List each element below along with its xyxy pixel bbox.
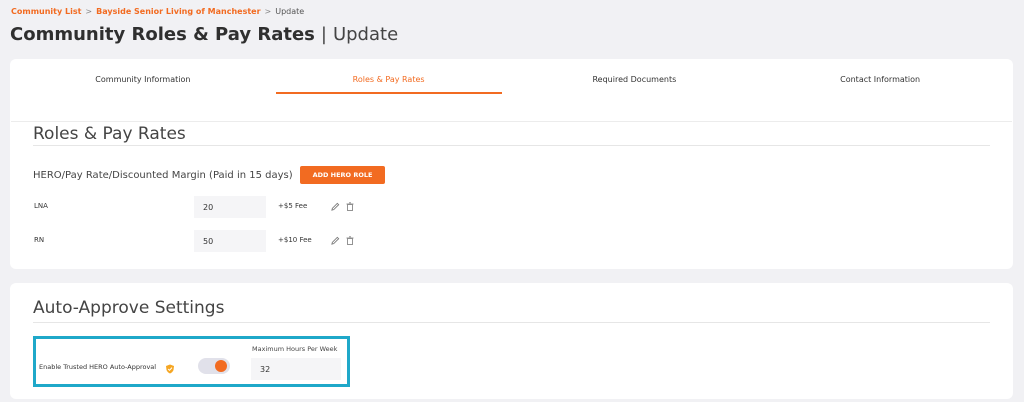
roles-divider [33, 145, 990, 146]
breadcrumb: Community List > Bayside Senior Living o… [11, 7, 304, 16]
auto-approval-toggle[interactable] [198, 358, 230, 374]
page-title-main: Community Roles & Pay Rates [10, 24, 315, 45]
toggle-knob [215, 360, 227, 372]
pencil-icon[interactable] [329, 234, 341, 246]
role-rate-input[interactable] [194, 230, 266, 252]
add-hero-role-button[interactable]: ADD HERO ROLE [300, 166, 385, 184]
tab-required-documents[interactable]: Required Documents [512, 59, 758, 95]
hero-pay-rate-label: HERO/Pay Rate/Discounted Margin (Paid in… [33, 170, 293, 181]
page-title-separator: | [320, 24, 327, 45]
breadcrumb-separator: > [264, 7, 272, 16]
breadcrumb-community-name[interactable]: Bayside Senior Living of Manchester [96, 7, 260, 16]
tab-roles-pay-rates[interactable]: Roles & Pay Rates [266, 59, 512, 95]
max-hours-label: Maximum Hours Per Week [252, 345, 338, 353]
trash-icon[interactable] [344, 200, 356, 212]
role-fee: +$10 Fee [278, 236, 312, 244]
breadcrumb-separator: > [85, 7, 93, 16]
tab-contact-information[interactable]: Contact Information [757, 59, 1003, 95]
tab-community-information[interactable]: Community Information [20, 59, 266, 95]
roles-section-title: Roles & Pay Rates [33, 124, 186, 144]
max-hours-input[interactable] [251, 358, 341, 380]
role-rate-input[interactable] [194, 196, 266, 218]
trash-icon[interactable] [344, 234, 356, 246]
role-name: RN [34, 236, 45, 244]
auto-approve-section-title: Auto-Approve Settings [33, 298, 225, 318]
tab-bar: Community Information Roles & Pay Rates … [20, 59, 1003, 95]
shield-icon [165, 359, 175, 374]
page-title-sub: Update [332, 24, 399, 45]
role-fee: +$5 Fee [278, 202, 308, 210]
breadcrumb-current: Update [275, 7, 305, 16]
page-title: Community Roles & Pay Rates | Update [10, 24, 398, 45]
role-name: LNA [34, 202, 48, 210]
breadcrumb-community-list[interactable]: Community List [11, 7, 81, 16]
pencil-icon[interactable] [329, 200, 341, 212]
role-row: RN +$10 Fee [34, 230, 374, 252]
trusted-hero-auto-approval-label: Enable Trusted HERO Auto-Approval [39, 363, 157, 371]
auto-approve-divider [33, 322, 990, 323]
role-row: LNA +$5 Fee [34, 196, 374, 218]
